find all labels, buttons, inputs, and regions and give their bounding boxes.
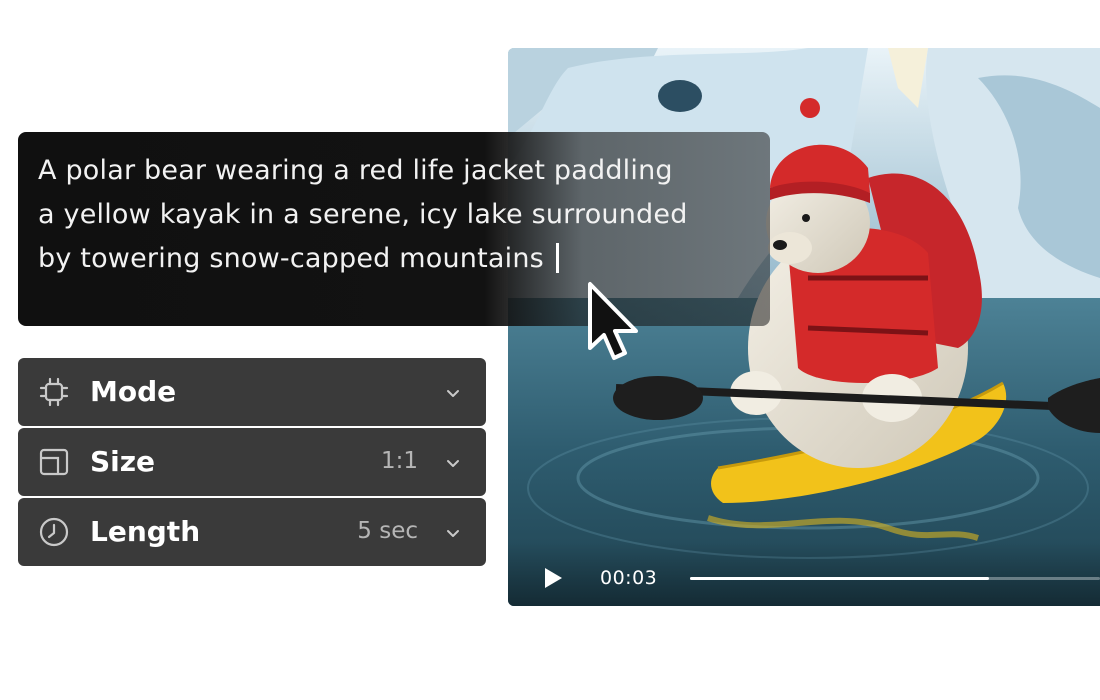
mode-label: Mode <box>90 375 177 408</box>
clock-icon <box>39 517 69 547</box>
play-button[interactable] <box>538 563 568 593</box>
length-value: 5 sec <box>357 518 418 544</box>
mouse-pointer-icon <box>588 282 638 360</box>
length-dropdown[interactable]: Length 5 sec <box>18 498 486 566</box>
settings-panel: Mode Size 1:1 Length 5 sec <box>18 358 486 568</box>
seek-progress <box>690 577 990 580</box>
text-caret <box>555 243 559 273</box>
chevron-down-icon <box>447 530 459 537</box>
player-controls: 00:03 <box>508 542 1100 606</box>
chevron-down-icon <box>447 390 459 397</box>
timecode: 00:03 <box>600 567 658 589</box>
video-generator: 00:03 A polar bear wearing a red life ja… <box>0 0 1100 700</box>
size-label: Size <box>90 445 156 478</box>
play-icon <box>545 568 562 588</box>
aspect-ratio-icon <box>39 448 69 476</box>
chip-icon <box>39 377 69 407</box>
prompt-box[interactable]: A polar bear wearing a red life jacket p… <box>18 132 770 326</box>
mode-dropdown[interactable]: Mode <box>18 358 486 426</box>
seek-bar[interactable] <box>690 577 1100 580</box>
size-dropdown[interactable]: Size 1:1 <box>18 428 486 496</box>
size-value: 1:1 <box>380 448 418 474</box>
chevron-down-icon <box>447 460 459 467</box>
prompt-input[interactable]: A polar bear wearing a red life jacket p… <box>38 149 698 281</box>
length-label: Length <box>90 515 201 548</box>
prompt-text: A polar bear wearing a red life jacket p… <box>38 155 688 274</box>
